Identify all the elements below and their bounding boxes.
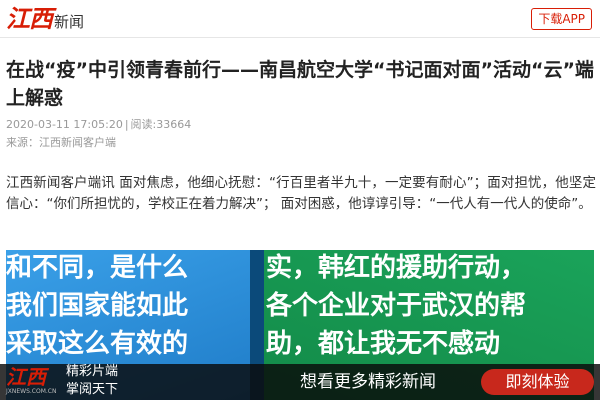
banner-logo-sub: JXNEWS.COM.CN — [6, 388, 57, 395]
logo-mark: 江西 — [6, 4, 53, 33]
photo-text-left: 和不同，是什么 — [6, 253, 189, 283]
article-title: 在战“疫”中引领青春前行——南昌航空大学“书记面对面”活动“云”端上解惑 — [6, 59, 594, 109]
publish-date: 2020-03-11 17:05:20 — [6, 118, 123, 131]
app-promo-banner[interactable]: 江西 JXNEWS.COM.CN 精彩片端 掌阅天下 想看更多精彩新闻 即刻体验 — [0, 364, 600, 400]
article-lead-paragraph: 江西新闻客户端讯 面对焦虑，他细心抚慰：“行百里者半九十，一定要有耐心”；面对担… — [6, 175, 596, 212]
banner-logo-mark: 江西 — [6, 365, 46, 389]
logo-text: 新闻 — [54, 13, 85, 31]
photo-text-right: 实，韩红的援助行动， — [266, 253, 527, 283]
banner-cta-text: 想看更多精彩新闻 — [300, 372, 436, 392]
banner-slogan-line2: 掌阅天下 — [66, 382, 119, 397]
meta-separator: | — [124, 118, 129, 131]
photo-text-left: 采取这么有效的 — [6, 329, 189, 359]
try-now-button[interactable]: 即刻体验 — [481, 369, 594, 395]
view-count: 阅读:33664 — [130, 118, 192, 131]
jiangxi-news-logo[interactable]: 江西 新闻 — [6, 4, 84, 34]
download-app-button[interactable]: 下载APP — [531, 8, 592, 30]
banner-slogan-line1: 精彩片端 — [66, 364, 119, 379]
photo-text-right: 各个企业对于武汉的帮 — [266, 291, 527, 321]
article-source: 来源：江西新闻客户端 — [6, 136, 116, 149]
top-bar: 江西 新闻 下载APP — [0, 0, 600, 38]
article-meta: 2020-03-11 17:05:20 | 阅读:33664 — [6, 118, 191, 132]
banner-logo: 江西 JXNEWS.COM.CN — [6, 366, 58, 398]
photo-text-right: 助，都让我无不感动 — [266, 329, 501, 359]
photo-text-left: 我们国家能如此 — [6, 291, 189, 321]
